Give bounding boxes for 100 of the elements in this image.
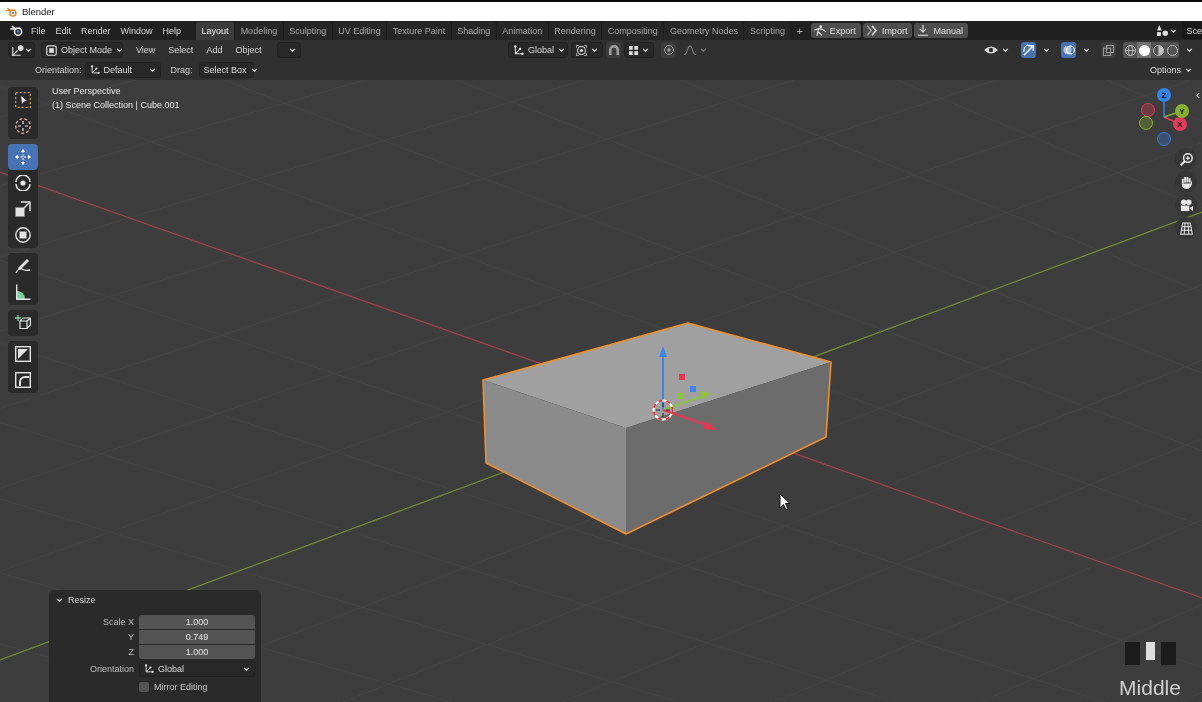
scale-icon xyxy=(15,201,31,217)
workspace-tab[interactable]: Texture Paint xyxy=(387,22,452,40)
workspace-tab[interactable]: Rendering xyxy=(548,22,603,40)
editor-type-dropdown[interactable] xyxy=(8,42,35,58)
number-field[interactable]: 1.000 xyxy=(139,615,255,629)
pen-icon xyxy=(15,258,31,274)
manual-button[interactable]: Manual xyxy=(914,23,968,38)
sidebar-toggle[interactable] xyxy=(1196,92,1200,99)
zoom-icon xyxy=(1179,152,1193,166)
workspace-tab[interactable]: Modeling xyxy=(235,22,284,40)
solid-circle-icon xyxy=(1138,44,1150,56)
cube-object[interactable] xyxy=(482,322,832,535)
caret-icon xyxy=(116,48,124,52)
orientation-dropdown[interactable]: Global xyxy=(139,661,255,677)
field-label: Drag: xyxy=(170,65,193,75)
menu-item[interactable]: Add xyxy=(201,41,228,59)
workspace-tab[interactable]: Layout xyxy=(196,22,236,40)
scene-name-field[interactable]: Sce xyxy=(1182,22,1202,39)
workspace-tab[interactable]: Geometry Nodes xyxy=(664,22,745,40)
camera-view-button[interactable] xyxy=(1175,194,1197,216)
snap-toggle[interactable] xyxy=(606,42,621,58)
negative-axis-handle[interactable] xyxy=(1141,103,1155,117)
add-cube-icon xyxy=(15,315,31,331)
overlay-toggle[interactable] xyxy=(1061,42,1076,58)
number-field[interactable]: 0.749 xyxy=(139,630,255,644)
pivot-dropdown[interactable] xyxy=(571,42,603,58)
tool-button[interactable] xyxy=(8,310,38,336)
pivot-icon xyxy=(576,44,587,56)
caret-icon xyxy=(289,48,297,52)
gizmo-toggle[interactable] xyxy=(1021,42,1036,58)
caret-icon xyxy=(558,48,565,52)
options-dropdown[interactable]: Options xyxy=(1144,62,1197,78)
menu-item[interactable]: Object xyxy=(230,41,267,59)
hand-icon xyxy=(1179,175,1193,189)
stick-figure-icon xyxy=(813,25,826,36)
menu-item[interactable]: View xyxy=(131,41,161,59)
overlapping-circles-icon xyxy=(1062,44,1075,56)
circle-dot-icon xyxy=(663,45,674,55)
caret-icon xyxy=(250,68,258,72)
shading-button[interactable] xyxy=(1165,42,1179,58)
camera-icon xyxy=(1179,198,1193,212)
menu-item[interactable]: File xyxy=(26,22,51,39)
workspace-tab[interactable]: Sculpting xyxy=(283,22,333,40)
mode-dropdown[interactable]: Object Mode xyxy=(41,42,123,58)
orientation-dropdown[interactable]: Default xyxy=(84,62,161,78)
zoom-button[interactable] xyxy=(1175,148,1197,170)
tool-button[interactable] xyxy=(8,144,38,170)
caret-icon xyxy=(700,48,707,52)
mouse-pointer-icon xyxy=(779,493,791,511)
axes-icon xyxy=(89,65,100,75)
shading-button[interactable] xyxy=(1137,42,1151,58)
shaded-circle-icon xyxy=(1166,44,1178,56)
orientation-dropdown[interactable]: Global xyxy=(508,42,568,58)
xray-toggle[interactable] xyxy=(1101,42,1116,58)
axis-handle[interactable]: Y xyxy=(1163,104,1189,118)
axes-icon xyxy=(513,44,524,56)
negative-axis-handle[interactable] xyxy=(1139,116,1153,130)
menu-item[interactable]: Help xyxy=(157,22,187,39)
import-button[interactable]: Import xyxy=(862,23,913,38)
workspace-tab[interactable]: UV Editing xyxy=(332,22,388,40)
caret-icon xyxy=(1043,48,1050,52)
checkbox[interactable] xyxy=(139,682,149,692)
menu-item[interactable]: Window xyxy=(115,22,158,39)
panel-header[interactable]: Resize xyxy=(49,590,261,610)
shading-button[interactable] xyxy=(1123,42,1137,58)
projection-button[interactable] xyxy=(1175,217,1197,239)
axis-handle[interactable]: Z xyxy=(1157,88,1171,118)
checkbox-label: Mirror Editing xyxy=(154,682,208,692)
caret-icon xyxy=(148,68,156,72)
diagonal-square-icon xyxy=(15,346,31,362)
menu-item[interactable]: Select xyxy=(163,41,199,59)
scene-cursor-icon xyxy=(652,399,674,421)
export-button[interactable]: Export xyxy=(810,23,861,38)
square-icon xyxy=(46,44,57,56)
gizmo-icon xyxy=(1022,44,1035,56)
menu-item[interactable]: Render xyxy=(76,22,116,39)
menu-item[interactable]: Edit xyxy=(50,22,77,39)
chevron-icon xyxy=(1196,92,1200,99)
number-field[interactable]: 1.000 xyxy=(139,645,255,659)
logo-icon xyxy=(10,25,23,36)
pan-button[interactable] xyxy=(1175,171,1197,193)
caret-icon xyxy=(25,48,32,52)
workspace-tab[interactable]: Compositing xyxy=(602,22,665,40)
workspace-tab[interactable]: Shading xyxy=(451,22,497,40)
caret-icon xyxy=(642,48,649,52)
shading-button[interactable] xyxy=(1151,42,1165,58)
move-gizmo[interactable] xyxy=(659,346,717,430)
field-label: Y xyxy=(127,631,134,644)
window-title: Blender xyxy=(22,6,55,17)
double-chevron-icon xyxy=(865,25,878,36)
workspace-tab[interactable]: Animation xyxy=(496,22,549,40)
dropdown[interactable] xyxy=(277,42,302,58)
proportional-editing-toggle[interactable] xyxy=(661,42,676,58)
field-label: Orientation: xyxy=(35,65,82,75)
add-workspace-button[interactable]: + xyxy=(791,22,808,40)
workspace-tab[interactable]: Scripting xyxy=(744,22,792,40)
collection-info: (1) Scene Collection | Cube.001 xyxy=(52,100,180,110)
shapes-icon xyxy=(1157,25,1169,36)
negative-axis-handle[interactable] xyxy=(1157,132,1171,146)
snap-target-dropdown[interactable] xyxy=(624,42,654,58)
